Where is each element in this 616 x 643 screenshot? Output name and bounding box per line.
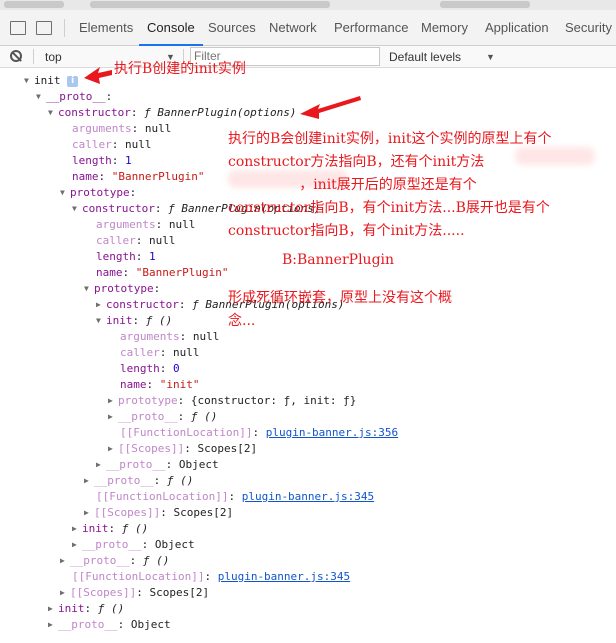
red-arrow-icon bbox=[84, 67, 112, 84]
red-arrow-icon bbox=[300, 96, 361, 119]
annotation-arrows bbox=[84, 67, 361, 119]
